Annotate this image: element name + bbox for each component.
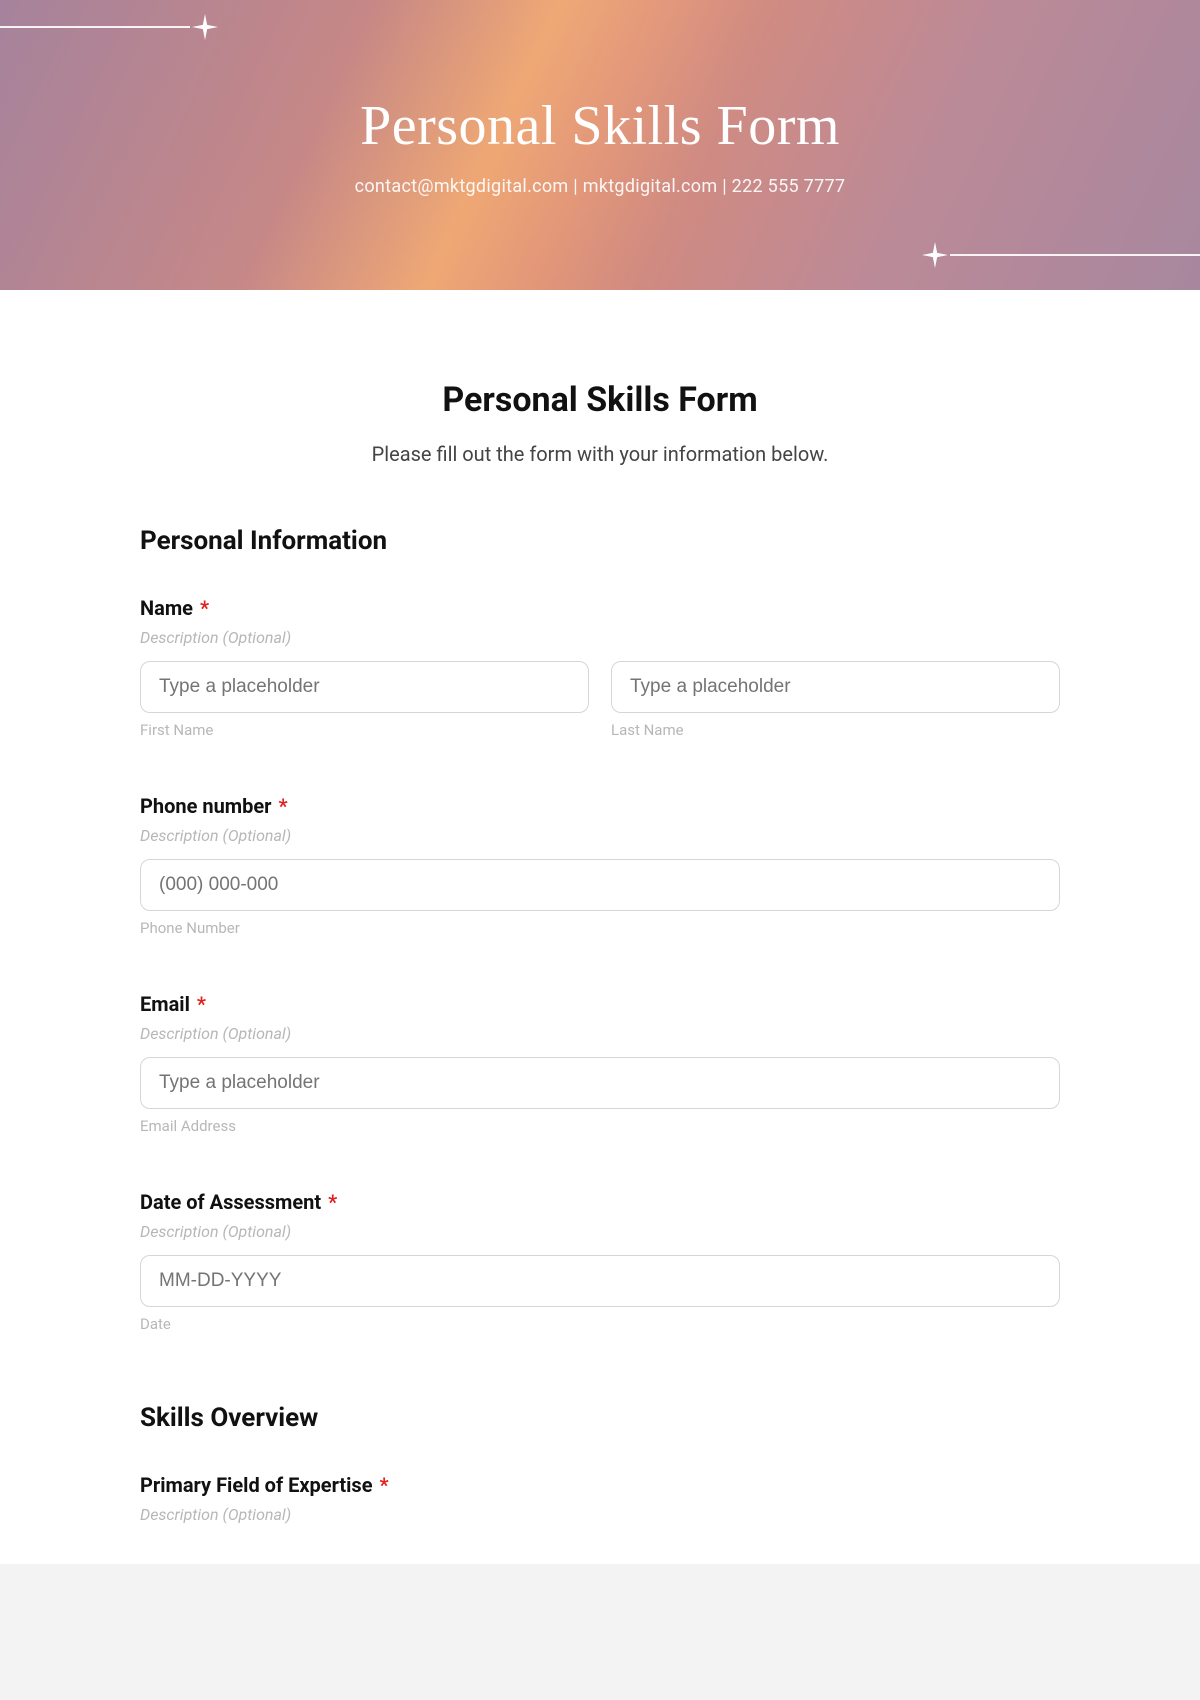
expertise-description: Description (Optional) bbox=[140, 1505, 1060, 1524]
field-expertise: Primary Field of Expertise * Description… bbox=[140, 1473, 1060, 1524]
expertise-label: Primary Field of Expertise * bbox=[140, 1473, 1060, 1497]
email-input[interactable] bbox=[140, 1057, 1060, 1109]
name-label: Name * bbox=[140, 596, 1060, 620]
required-mark: * bbox=[197, 992, 206, 1016]
phone-sublabel: Phone Number bbox=[140, 919, 1060, 937]
sparkle-icon bbox=[192, 14, 218, 40]
sparkle-icon bbox=[922, 242, 948, 268]
email-label: Email * bbox=[140, 992, 1060, 1016]
required-mark: * bbox=[380, 1473, 389, 1497]
first-name-sublabel: First Name bbox=[140, 721, 589, 739]
hero-title: Personal Skills Form bbox=[360, 94, 840, 158]
date-description: Description (Optional) bbox=[140, 1222, 1060, 1241]
phone-description: Description (Optional) bbox=[140, 826, 1060, 845]
form-intro: Please fill out the form with your infor… bbox=[140, 442, 1060, 466]
decor-line-left bbox=[0, 26, 190, 28]
date-sublabel: Date bbox=[140, 1315, 1060, 1333]
name-description: Description (Optional) bbox=[140, 628, 1060, 647]
section-personal-title: Personal Information bbox=[140, 526, 1060, 556]
date-input[interactable] bbox=[140, 1255, 1060, 1307]
field-name: Name * Description (Optional) First Name… bbox=[140, 596, 1060, 739]
email-description: Description (Optional) bbox=[140, 1024, 1060, 1043]
phone-input[interactable] bbox=[140, 859, 1060, 911]
last-name-input[interactable] bbox=[611, 661, 1060, 713]
phone-label: Phone number * bbox=[140, 794, 1060, 818]
field-date: Date of Assessment * Description (Option… bbox=[140, 1190, 1060, 1333]
hero-subtitle: contact@mktgdigital.com | mktgdigital.co… bbox=[355, 176, 846, 197]
email-label-text: Email bbox=[140, 992, 190, 1016]
first-name-input[interactable] bbox=[140, 661, 589, 713]
field-phone: Phone number * Description (Optional) Ph… bbox=[140, 794, 1060, 937]
expertise-label-text: Primary Field of Expertise bbox=[140, 1473, 373, 1497]
phone-label-text: Phone number bbox=[140, 794, 271, 818]
email-sublabel: Email Address bbox=[140, 1117, 1060, 1135]
required-mark: * bbox=[328, 1190, 337, 1214]
date-label: Date of Assessment * bbox=[140, 1190, 1060, 1214]
last-name-sublabel: Last Name bbox=[611, 721, 1060, 739]
section-skills-title: Skills Overview bbox=[140, 1403, 1060, 1433]
name-label-text: Name bbox=[140, 596, 193, 620]
required-mark: * bbox=[200, 596, 209, 620]
field-email: Email * Description (Optional) Email Add… bbox=[140, 992, 1060, 1135]
hero-banner: Personal Skills Form contact@mktgdigital… bbox=[0, 0, 1200, 290]
date-label-text: Date of Assessment bbox=[140, 1190, 321, 1214]
form-content: Personal Skills Form Please fill out the… bbox=[140, 290, 1060, 1564]
decor-line-right bbox=[950, 254, 1200, 256]
required-mark: * bbox=[278, 794, 287, 818]
page: Personal Skills Form contact@mktgdigital… bbox=[0, 0, 1200, 1564]
form-title: Personal Skills Form bbox=[140, 380, 1060, 420]
